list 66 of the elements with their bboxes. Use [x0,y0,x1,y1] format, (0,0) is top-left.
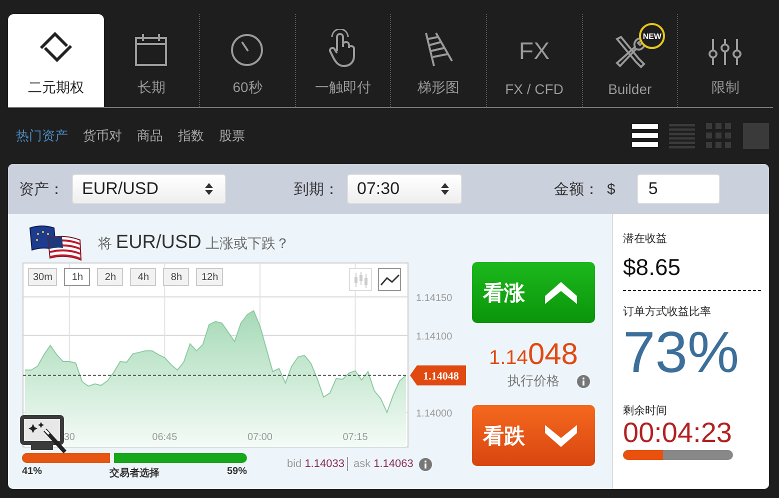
strike-price: 1.14048 [489,338,578,372]
product-tab[interactable]: 限制 [677,14,773,107]
ask-price: 1.14063 [374,458,414,470]
calendar-icon [134,33,168,67]
stopwatch-icon [230,33,264,67]
range-button[interactable]: 8h [163,268,190,286]
asset-select[interactable]: EUR/USD [72,174,226,204]
traders-choice-label: 交易者选择 [110,466,160,480]
product-tab[interactable]: 长期 [104,14,200,107]
product-tab[interactable]: 一触即付 [294,14,390,107]
single-tile-icon[interactable] [743,123,769,149]
chevron-up-icon [545,282,577,304]
list-view-icon[interactable] [632,123,658,149]
info-icon[interactable] [419,458,432,470]
current-price-tag: 1.14048 [410,365,466,386]
time-tick: 06:45 [152,432,178,443]
expiry-select[interactable]: 07:30 [347,174,462,204]
payout-rate: 73% [623,323,740,383]
product-tab[interactable]: 60秒 [199,14,295,107]
chevron-down-icon [545,424,577,446]
product-tab[interactable]: 二元期权 [8,14,104,107]
category-link[interactable]: 商品 [137,127,163,145]
time-tick: 07:00 [247,432,272,443]
time-tick: 30 [64,432,75,443]
category-link[interactable]: 指数 [178,127,204,145]
payout-value: $8.65 [623,254,682,281]
time-left-label: 剩余时间 [623,404,668,418]
range-button[interactable]: 1h [64,268,90,286]
payout-rate-label: 订单方式收益比率 [623,304,712,319]
put-button[interactable]: 看跌 [472,405,595,466]
currency-sign: $ [607,180,616,198]
expiry-label: 到期： [294,180,339,198]
price-tick: 1.14000 [416,408,452,420]
up-down-arrows-icon [205,183,213,195]
range-button[interactable]: 30m [28,268,58,286]
product-tab[interactable]: FX FX / CFD [486,14,582,107]
buy-percent: 59% [226,466,247,479]
range-button[interactable]: 12h [196,268,224,286]
sliders-icon [707,37,744,67]
asset-label: 资产： [19,180,64,198]
ask-label: ask [353,458,371,470]
category-link[interactable]: 热门资产 [16,127,68,145]
product-tab[interactable]: NEW Builder [582,14,678,107]
price-tick: 1.14150 [416,292,452,304]
amount-label: 金额： [554,180,599,198]
time-tick: 07:15 [342,432,368,443]
ref-line-label: 1.14048 [423,370,460,382]
new-badge: NEW [639,23,666,49]
up-down-arrows-icon [441,183,449,195]
question-text: 将 EUR/USD 上涨或下跌？ [98,232,290,254]
time-left: 00:04:23 [623,418,733,448]
product-tab[interactable]: 梯形图 [390,14,486,107]
range-button[interactable]: 2h [97,268,124,286]
category-link[interactable]: 股票 [219,127,245,145]
sell-percent: 41% [22,466,42,479]
line-chart-button[interactable] [378,268,401,291]
category-link[interactable]: 货币对 [83,127,122,145]
amount-input[interactable]: 5 [637,174,720,204]
bid-price: 1.14033 [304,458,344,470]
fx-icon: FX [518,35,550,69]
price-tick: 1.14100 [416,331,452,342]
payout-label: 潜在收益 [623,232,668,246]
strike-price-label: 执行价格 [508,372,560,390]
info-icon[interactable] [577,374,590,388]
bid-label: bid [287,458,302,470]
range-button[interactable]: 4h [130,268,156,286]
